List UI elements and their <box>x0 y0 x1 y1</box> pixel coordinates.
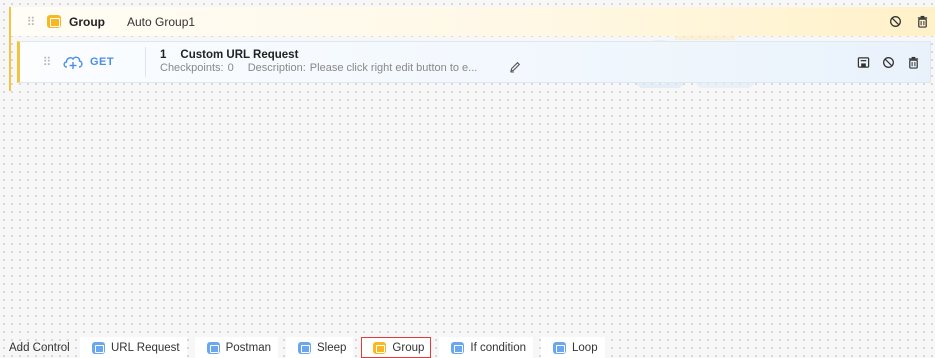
postman-icon <box>206 341 220 354</box>
request-meta: Checkpoints: 0 Description: Please click… <box>160 62 491 75</box>
add-loop-button[interactable]: Loop <box>541 337 605 358</box>
add-control-label: Add Control <box>9 341 70 354</box>
group-name[interactable]: Auto Group1 <box>127 15 195 29</box>
cloud-request-icon <box>63 56 83 69</box>
add-group-button[interactable]: Group <box>361 337 432 358</box>
request-index: 1 <box>160 49 167 61</box>
request-actions <box>857 56 920 69</box>
drag-handle-icon[interactable]: ⠿ <box>39 55 53 69</box>
add-sleep-button[interactable]: Sleep <box>286 337 354 358</box>
save-icon[interactable] <box>857 56 870 69</box>
delete-icon[interactable] <box>916 15 929 28</box>
group-container: ⠿ Group Auto Group1 ⠿ GET 1 Custom URL R… <box>9 7 935 91</box>
add-if-condition-button[interactable]: If condition <box>439 337 534 358</box>
control-label: Sleep <box>317 341 347 354</box>
group-icon <box>373 341 387 354</box>
control-label: URL Request <box>111 341 180 354</box>
method-label: GET <box>90 56 115 68</box>
group-actions <box>889 15 929 28</box>
request-item[interactable]: ⠿ GET 1 Custom URL Request Checkpoints: 0… <box>17 41 931 83</box>
group-title: Group <box>69 14 105 29</box>
method-block: GET <box>62 47 146 77</box>
group-header[interactable]: ⠿ Group Auto Group1 <box>11 7 935 36</box>
loop-icon <box>553 341 567 354</box>
edit-icon[interactable] <box>509 61 521 73</box>
delete-icon[interactable] <box>907 56 920 69</box>
add-control-bar: Add Control URL Request Postman Sleep Gr… <box>0 337 935 358</box>
if-condition-icon <box>451 341 465 354</box>
checkpoints-value: 0 <box>227 62 234 74</box>
control-label: Postman <box>225 341 271 354</box>
sleep-icon <box>298 341 311 354</box>
url-request-icon <box>92 341 105 354</box>
drag-handle-icon[interactable]: ⠿ <box>23 15 37 29</box>
request-title-line: 1 Custom URL Request <box>160 49 491 62</box>
control-label: If condition <box>470 341 527 354</box>
add-postman-button[interactable]: Postman <box>194 337 278 358</box>
group-icon <box>47 15 61 28</box>
description-label: Description: <box>247 62 306 74</box>
add-url-request-button[interactable]: URL Request <box>80 337 187 358</box>
disable-icon[interactable] <box>882 56 895 69</box>
checkpoints-label: Checkpoints: <box>160 62 224 74</box>
control-label: Loop <box>572 341 598 354</box>
disable-icon[interactable] <box>889 15 902 28</box>
description-value: Please click right edit button to e... <box>309 62 478 74</box>
request-title: Custom URL Request <box>180 49 299 61</box>
request-info: 1 Custom URL Request Checkpoints: 0 Descr… <box>160 49 491 75</box>
control-label: Group <box>392 341 425 354</box>
